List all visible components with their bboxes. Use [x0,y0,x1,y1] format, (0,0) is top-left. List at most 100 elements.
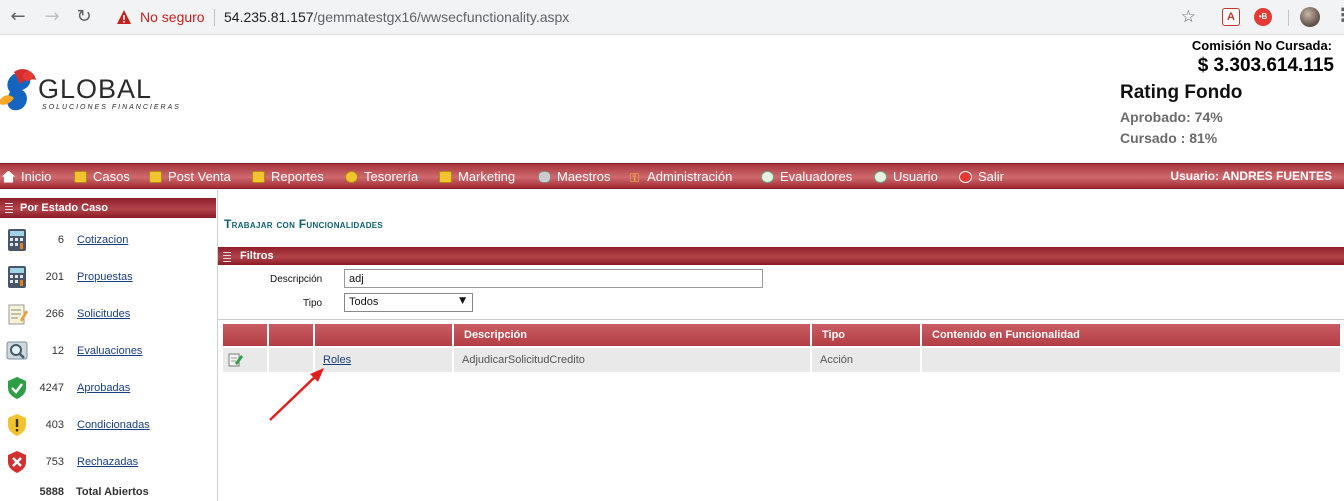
back-icon[interactable]: ← [8,7,28,27]
folder-icon [252,170,265,183]
current-user-label: Usuario: ANDRES FUENTES [1170,169,1332,183]
sidebar-item-rechazadas: 753 Rechazadas [0,447,216,477]
sidebar-count: 753 [45,456,64,468]
sidebar-count: 266 [45,308,64,320]
calculator-icon [8,266,26,288]
menu-item-tesoreria[interactable]: Tesorería [345,169,418,184]
grid-header-blank [269,324,315,346]
edit-icon[interactable] [228,352,243,367]
user-icon [761,170,774,183]
sidebar-count: 403 [45,419,64,431]
grid-header-link [315,324,454,346]
home-icon [2,170,15,183]
exit-icon [959,170,972,183]
filters-header: Filtros [218,247,1344,265]
tipo-label: Tipo [303,298,323,309]
sidebar-link-solicitudes[interactable]: Solicitudes [77,308,130,320]
reload-icon[interactable]: ↻ [74,7,94,27]
adblock-extension-icon[interactable]: •B [1254,8,1272,26]
sidebar-link-cotizacion[interactable]: Cotizacion [77,234,128,246]
menu-item-evaluadores[interactable]: Evaluadores [761,169,852,184]
sidebar-count: 4247 [39,382,64,394]
shield-warning-icon [8,414,26,436]
grid-cell-link: Roles [315,348,454,372]
annotation-arrow-icon [269,368,324,421]
sidebar-item-evaluaciones: 12 Evaluaciones [0,336,216,366]
rating-cursado: Cursado : 81% [1120,130,1218,146]
sidebar: Por Estado Caso 6 Cotizacion 201 Propues… [0,190,218,501]
menu-item-inicio[interactable]: Inicio [2,169,51,184]
menu-item-reportes[interactable]: Reportes [252,169,324,184]
sidebar-link-condicionadas[interactable]: Condicionadas [77,419,150,431]
total-count: 5888 [39,486,64,498]
notepad-icon [8,304,28,325]
sidebar-link-propuestas[interactable]: Propuestas [77,271,133,283]
folder-icon [74,170,87,183]
folder-icon [149,170,162,183]
pdf-extension-icon[interactable]: A [1222,8,1240,26]
grid-cell-descripcion: AdjudicarSolicitudCredito [454,348,812,372]
grip-icon [5,203,13,213]
profile-avatar[interactable] [1300,7,1320,27]
browser-menu-icon[interactable]: ⋮ [1334,5,1344,26]
grip-icon [223,252,231,262]
menu-item-casos[interactable]: Casos [74,169,130,184]
key-icon: ⚿ [630,170,640,185]
logo-subtitle: SOLUCIONES FINANCIERAS [42,104,181,111]
calculator-icon [8,229,26,251]
shield-x-icon [8,451,26,473]
user-icon [874,170,887,183]
sidebar-link-evaluaciones[interactable]: Evaluaciones [77,345,142,357]
browser-toolbar: ← → ↻ No seguro 54.235.81.157/gemmatestg… [0,0,1344,35]
tipo-select[interactable]: Todos ▼ [344,293,473,312]
page-title: Trabajar con Funcionalidades [224,217,384,231]
folder-icon [439,170,452,183]
menu-item-marketing[interactable]: Marketing [439,169,515,184]
sidebar-item-propuestas: 201 Propuestas [0,262,216,292]
filters-panel: Filtros Descripción Tipo Todos ▼ [218,244,1344,320]
url-text[interactable]: 54.235.81.157/gemmatestgx16/wwsecfunctio… [224,9,569,25]
grid-cell-contenido [922,348,1340,372]
sidebar-item-cotizacion: 6 Cotizacion [0,225,216,255]
descripcion-label: Descripción [270,274,323,285]
security-label[interactable]: No seguro [140,9,205,25]
grid-cell-tipo: Acción [812,348,922,372]
grid-header-descripcion[interactable]: Descripción [454,324,812,346]
coin-icon [345,170,358,183]
sidebar-link-aprobadas[interactable]: Aprobadas [77,382,130,394]
grid-header-tipo[interactable]: Tipo [812,324,922,346]
sidebar-count: 12 [51,345,64,357]
sidebar-header: Por Estado Caso [0,198,216,218]
magnifier-icon [6,341,28,360]
sidebar-count: 201 [45,271,64,283]
menu-item-maestros[interactable]: Maestros [538,169,610,184]
main-menu-bar: Inicio Casos Post Venta Reportes Tesorer… [0,163,1344,189]
comision-value: $ 3.303.614.115 [1197,55,1334,76]
dropdown-arrow-icon: ▼ [459,296,466,306]
database-icon [538,170,551,183]
rating-title: Rating Fondo [1120,82,1243,103]
logo-title: GLOBAL [38,74,153,104]
sidebar-count: 6 [57,234,64,246]
comision-label: Comisión No Cursada: [1191,38,1332,53]
sidebar-item-solicitudes: 266 Solicitudes [0,299,216,329]
sidebar-link-rechazadas[interactable]: Rechazadas [77,456,138,468]
grid-header-edit [223,324,269,346]
shield-check-icon [8,377,26,399]
grid-header-contenido[interactable]: Contenido en Funcionalidad [922,324,1340,346]
toolbar-divider [1288,10,1289,26]
rating-aprobado: Aprobado: 74% [1120,109,1223,125]
menu-item-administracion[interactable]: ⚿ Administración [630,169,732,185]
total-label: Total Abiertos [76,486,149,498]
menu-item-salir[interactable]: Salir [959,169,1004,184]
forward-icon[interactable]: → [42,7,62,27]
sidebar-item-aprobadas: 4247 Aprobadas [0,373,216,403]
sidebar-item-condicionadas: 403 Condicionadas [0,410,216,440]
menu-item-post-venta[interactable]: Post Venta [149,169,231,184]
warning-icon [117,10,131,24]
menu-item-usuario[interactable]: Usuario [874,169,938,184]
descripcion-input[interactable] [344,269,763,288]
address-bar[interactable]: No seguro 54.235.81.157/gemmatestgx16/ww… [104,4,1208,31]
address-separator [214,9,215,26]
bookmark-star-icon[interactable]: ☆ [1181,7,1196,27]
